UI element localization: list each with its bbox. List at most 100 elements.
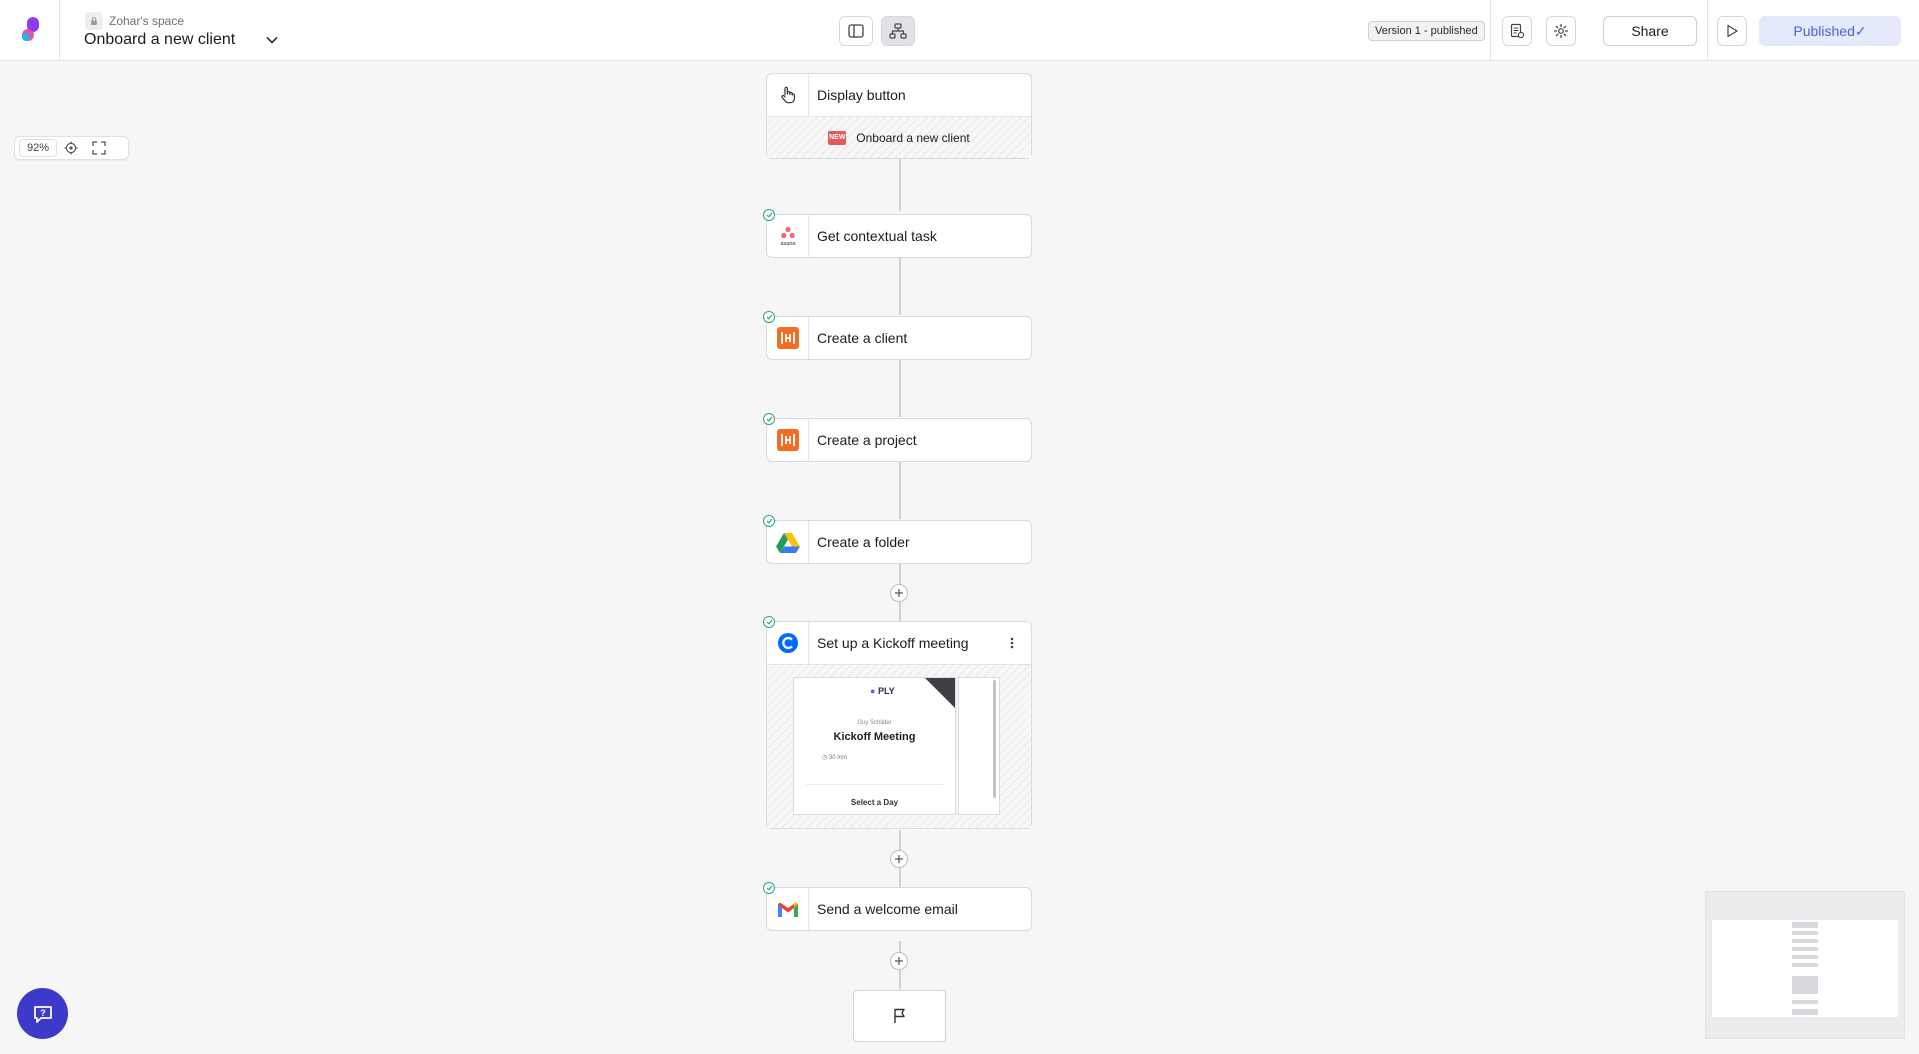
calendly-preview-side (958, 677, 1000, 815)
preview-brand-logo: ● PLY (870, 686, 895, 696)
help-button[interactable]: ? (17, 988, 68, 1039)
step-create-a-project[interactable]: Create a project (763, 413, 1032, 462)
space-name: Zohar's space (109, 14, 184, 28)
google-drive-icon (767, 521, 809, 563)
play-icon (1727, 24, 1738, 38)
plus-icon (895, 957, 903, 965)
more-options-button[interactable] (1005, 633, 1019, 653)
sidebar-view-toggle[interactable] (839, 16, 873, 46)
minimap-viewport[interactable] (1711, 919, 1899, 1018)
flow-connector (899, 159, 901, 211)
check-icon (763, 882, 775, 894)
check-icon (763, 616, 775, 628)
flow-diagram-icon (889, 23, 907, 39)
trigger-card[interactable]: Display button NEW Onboard a new client (766, 73, 1032, 159)
add-step-button[interactable] (890, 952, 908, 970)
preview-ribbon (925, 678, 955, 708)
help-chat-icon: ? (33, 1005, 52, 1023)
trigger-button-preview: NEW Onboard a new client (767, 116, 1031, 158)
add-step-button[interactable] (890, 584, 908, 602)
asana-icon: asana (767, 215, 809, 257)
svg-text:?: ? (40, 1008, 46, 1018)
gmail-icon (767, 888, 809, 930)
app-logo-icon[interactable] (16, 14, 46, 44)
top-bar: Zohar's space Onboard a new client Versi… (0, 0, 1919, 61)
trigger-subtitle: Onboard a new client (856, 130, 970, 145)
published-button[interactable]: Published✓ (1759, 16, 1901, 46)
minimap-node (1792, 976, 1818, 994)
step-label: Create a folder (817, 534, 910, 550)
check-icon (763, 209, 775, 221)
minimap-node (1792, 963, 1818, 967)
header-divider (1490, 0, 1491, 60)
logs-button[interactable] (1502, 16, 1532, 46)
preview-owner: Guy Schlider (857, 720, 892, 726)
step-create-a-folder[interactable]: Create a folder (763, 515, 1032, 564)
add-step-button[interactable] (890, 850, 908, 868)
minimap-node (1792, 955, 1818, 959)
flow-connector (899, 257, 901, 315)
minimap-node (1792, 947, 1818, 951)
hand-pointer-icon (767, 74, 809, 116)
step-label: Create a client (817, 330, 908, 346)
chevron-down-icon[interactable] (264, 32, 280, 48)
step-get-contextual-task[interactable]: asana Get contextual task (763, 209, 1032, 258)
plus-icon (895, 589, 903, 597)
fullscreen-icon (92, 141, 106, 155)
fit-view-button[interactable] (85, 137, 113, 159)
preview-scrollbar (993, 680, 996, 798)
step-preview: ● PLY Guy Schlider Kickoff Meeting ◷ 30 … (767, 664, 1031, 828)
step-label: Create a project (817, 432, 917, 448)
calendly-preview-card: ● PLY Guy Schlider Kickoff Meeting ◷ 30 … (793, 677, 956, 815)
check-icon (763, 311, 775, 323)
harvest-icon (767, 419, 809, 461)
flow-end-node[interactable] (853, 990, 946, 1042)
space-breadcrumb: Zohar's space (85, 12, 184, 30)
center-view-button[interactable] (57, 137, 85, 159)
gear-icon (1553, 23, 1569, 39)
crosshair-icon (64, 141, 78, 155)
zoom-controls: 92% (14, 136, 129, 160)
header-divider (1707, 0, 1708, 60)
flow-connector (899, 461, 901, 519)
share-button[interactable]: Share (1603, 16, 1697, 46)
flag-icon (893, 1008, 905, 1023)
lock-icon (85, 12, 103, 30)
run-button[interactable] (1717, 16, 1747, 46)
document-list-icon (1510, 23, 1525, 39)
svg-text:asana: asana (780, 241, 796, 246)
kebab-menu-icon (1010, 637, 1014, 649)
header-divider (59, 0, 60, 60)
preview-cta: Select a Day (850, 798, 899, 807)
flow-view-toggle[interactable] (881, 16, 915, 46)
harvest-icon (767, 317, 809, 359)
flow-connector (899, 359, 901, 417)
check-icon (763, 515, 775, 527)
zoom-level[interactable]: 92% (19, 139, 57, 157)
new-badge: NEW (828, 130, 847, 145)
sidebar-layout-icon (848, 24, 864, 38)
trigger-label: Display button (817, 87, 906, 103)
step-set-up-a-kickoff-meeting[interactable]: Set up a Kickoff meeting ● PLY Guy Schli… (763, 616, 1032, 829)
step-label: Set up a Kickoff meeting (817, 635, 969, 651)
minimap[interactable] (1705, 891, 1905, 1039)
preview-divider (806, 784, 943, 785)
preview-duration: ◷ 30 min (822, 755, 847, 761)
check-icon (763, 413, 775, 425)
calendly-icon (767, 622, 809, 664)
plus-icon (895, 855, 903, 863)
minimap-node (1792, 1009, 1818, 1015)
minimap-node (1792, 922, 1818, 928)
minimap-node (1792, 939, 1818, 943)
version-badge[interactable]: Version 1 - published (1368, 21, 1485, 41)
flow-canvas[interactable]: 92% Display button NEW Onboard a new cli… (0, 61, 1919, 1054)
step-send-a-welcome-email[interactable]: Send a welcome email (763, 882, 1032, 931)
minimap-node (1792, 1000, 1818, 1004)
minimap-node (1792, 931, 1818, 935)
step-create-a-client[interactable]: Create a client (763, 311, 1032, 360)
step-label: Send a welcome email (817, 901, 958, 917)
settings-button[interactable] (1546, 16, 1576, 46)
step-label: Get contextual task (817, 228, 937, 244)
flow-title[interactable]: Onboard a new client (84, 31, 235, 49)
preview-title: Kickoff Meeting (833, 731, 916, 743)
